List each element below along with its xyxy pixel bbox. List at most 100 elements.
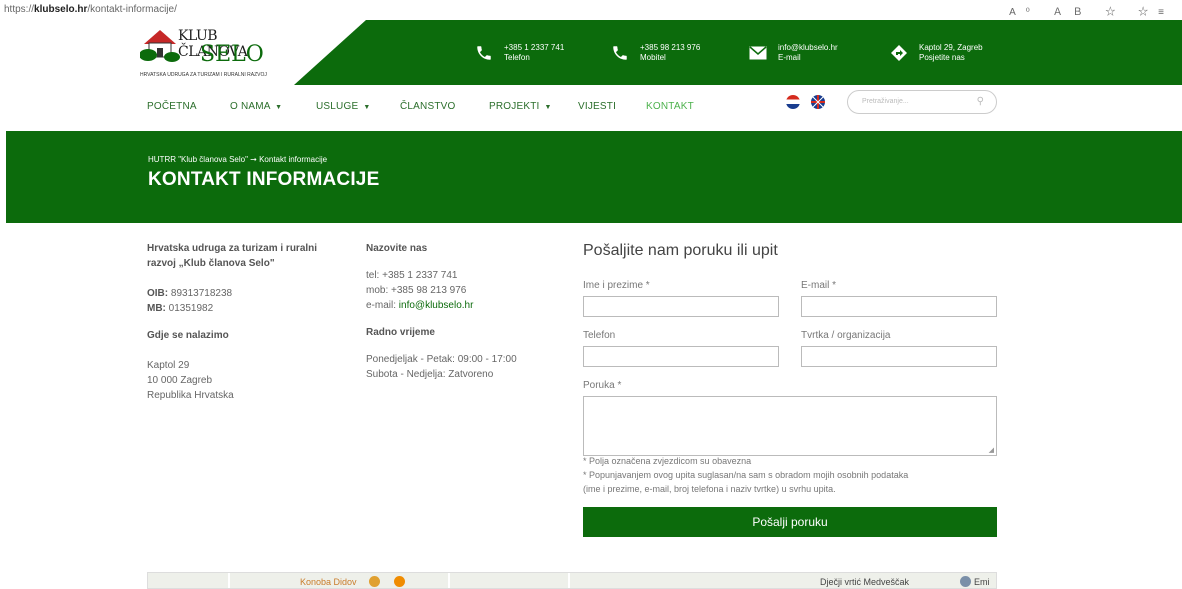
contact-mobile[interactable]: +385 98 213 976 Mobitel — [608, 20, 700, 85]
email-link[interactable]: info@klubselo.hr — [399, 300, 474, 311]
contact-address-label: Posjetite nas — [919, 52, 965, 62]
nav-label: ČLANSTVO — [400, 101, 456, 112]
address-line-1: Kaptol 29 — [147, 360, 190, 371]
map-label-restaurant: Konoba Didov — [300, 577, 357, 587]
company-field[interactable] — [801, 346, 997, 367]
map-pin-icon[interactable] — [960, 576, 971, 587]
nav-label: POČETNA — [147, 101, 197, 112]
consent-note-line-1: * Popunjavanjem ovog upita suglasan/na s… — [583, 470, 909, 480]
email-field-label: E-mail * — [801, 280, 837, 291]
url-prefix: https:// — [4, 4, 35, 15]
mobile-phone-icon — [608, 41, 632, 65]
nav-item-o-nama[interactable]: O NAMA ▼ — [230, 101, 282, 112]
mb-value: 01351982 — [168, 303, 214, 314]
resize-handle-icon[interactable]: ◢ — [989, 446, 994, 454]
map-label-emi: Emi — [974, 577, 990, 587]
map-road — [448, 573, 450, 588]
nav-item-clanstvo[interactable]: ČLANSTVO — [400, 101, 456, 112]
nav-label: USLUGE — [316, 101, 359, 112]
nav-label: O NAMA — [230, 101, 271, 112]
nav-label: PROJEKTI — [489, 101, 540, 112]
form-title: Pošaljite nam poruku ili upit — [583, 242, 778, 259]
caret-down-icon: ▼ — [544, 104, 552, 111]
name-field[interactable] — [583, 296, 779, 317]
house-logo-icon — [140, 30, 180, 62]
mob-line: mob: +385 98 213 976 — [366, 285, 467, 296]
contact-email-address: info@klubselo.hr — [778, 42, 838, 52]
call-heading: Nazovite nas — [366, 243, 428, 254]
nav-item-usluge[interactable]: USLUGE ▼ — [316, 101, 370, 112]
contact-mobile-label: Mobitel — [640, 52, 666, 62]
phone-label: Telefon — [583, 330, 616, 341]
envelope-icon — [746, 41, 770, 65]
address-line-3: Republika Hrvatska — [147, 390, 234, 401]
page-hero: HUTRR "Klub članova Selo" ➞ Kontakt info… — [6, 131, 1182, 223]
message-textarea[interactable]: ◢ — [583, 396, 997, 456]
hours-heading: Radno vrijeme — [366, 327, 435, 338]
croatian-flag-icon[interactable] — [786, 95, 800, 109]
restaurant-pin-icon[interactable] — [369, 576, 380, 587]
url-path: /kontakt-informacije/ — [87, 4, 177, 15]
url-text[interactable]: https://klubselo.hr/kontakt-informacije/ — [4, 4, 177, 15]
oib-row: OIB: 89313718238 — [147, 286, 347, 301]
map-road — [568, 573, 570, 588]
cafe-pin-icon[interactable] — [394, 576, 405, 587]
caret-down-icon: ▼ — [275, 104, 283, 111]
caret-down-icon: ▼ — [363, 104, 371, 111]
nav-label: VIJESTI — [578, 101, 617, 112]
contact-address[interactable]: Kaptol 29, Zagreb Posjetite nas — [887, 20, 983, 85]
contact-mobile-number: +385 98 213 976 — [640, 42, 701, 52]
logo-line-2: SELO — [200, 42, 264, 67]
search-placeholder: Pretraživanje... — [862, 98, 909, 105]
contact-email-label: E-mail — [778, 52, 801, 62]
hours-weekend: Subota - Nedjelja: Zatvoreno — [366, 369, 494, 380]
page-title: KONTAKT INFORMACIJE — [148, 169, 380, 190]
oib-value: 89313718238 — [170, 288, 233, 299]
nav-item-pocetna[interactable]: POČETNA — [147, 101, 197, 112]
map-road — [228, 573, 230, 588]
phone-icon — [472, 41, 496, 65]
embedded-map[interactable]: Konoba Didov Dječji vrtić Medveščak Emi — [147, 572, 997, 589]
email-line: e-mail: info@klubselo.hr — [366, 298, 566, 313]
site-logo[interactable]: KLUB ČLANOVA SELO HRVATSKA UDRUGA ZA TUR… — [140, 26, 280, 82]
mb-row: MB: 01351982 — [147, 301, 347, 316]
nav-item-projekti[interactable]: PROJEKTI ▼ — [489, 101, 552, 112]
company-label: Tvrtka / organizacija — [801, 330, 891, 341]
contact-phone-number: +385 1 2337 741 — [504, 42, 565, 52]
logo-tagline: HRVATSKA UDRUGA ZA TURIZAM I RURALNI RAZ… — [140, 72, 267, 78]
mb-label: MB: — [147, 303, 166, 314]
contact-address-text: Kaptol 29, Zagreb — [919, 42, 983, 52]
required-note: * Polja označena zvjezdicom su obavezna — [583, 456, 752, 466]
organization-name: Hrvatska udruga za turizam i ruralni raz… — [147, 243, 318, 269]
contact-phone-label: Telefon — [504, 52, 530, 62]
nav-label: KONTAKT — [646, 101, 694, 112]
oib-label: OIB: — [147, 288, 169, 299]
hours-weekdays: Ponedjeljak - Petak: 09:00 - 17:00 — [366, 354, 517, 365]
main-navigation: POČETNA O NAMA ▼ USLUGE ▼ ČLANSTVO PROJE… — [0, 85, 1182, 131]
browser-url-bar[interactable]: https://klubselo.hr/kontakt-informacije/… — [0, 0, 1182, 20]
browser-toolbar-icons[interactable]: A⁰ ＡＢ ☆ ☆≡ — [1009, 3, 1174, 18]
name-label: Ime i prezime * — [583, 280, 650, 291]
contact-phone[interactable]: +385 1 2337 741 Telefon — [472, 20, 564, 85]
email-field[interactable] — [801, 296, 997, 317]
consent-note-line-2: (ime i prezime, e-mail, broj telefona i … — [583, 484, 836, 494]
contact-email[interactable]: info@klubselo.hr E-mail — [746, 20, 838, 85]
address-line-2: 10 000 Zagreb — [147, 375, 213, 386]
phone-field[interactable] — [583, 346, 779, 367]
search-input[interactable]: Pretraživanje... ⚲ — [847, 90, 997, 114]
nav-item-kontakt[interactable]: KONTAKT — [646, 101, 694, 112]
nav-item-vijesti[interactable]: VIJESTI — [578, 101, 616, 112]
url-domain: klubselo.hr — [34, 4, 88, 15]
email-label: e-mail: — [366, 300, 397, 311]
search-icon[interactable]: ⚲ — [977, 96, 984, 107]
map-label-kindergarten: Dječji vrtić Medveščak — [820, 577, 910, 587]
submit-button[interactable]: Pošalji poruku — [583, 507, 997, 537]
directions-icon — [887, 41, 911, 65]
message-label: Poruka * — [583, 380, 622, 391]
location-heading: Gdje se nalazimo — [147, 330, 229, 341]
english-flag-icon[interactable] — [810, 94, 826, 110]
organization-info: Hrvatska udruga za turizam i ruralni raz… — [147, 241, 347, 403]
tel-line: tel: +385 1 2337 741 — [366, 270, 458, 281]
breadcrumb[interactable]: HUTRR "Klub članova Selo" ➞ Kontakt info… — [148, 155, 327, 164]
call-info: Nazovite nas tel: +385 1 2337 741 mob: +… — [366, 241, 566, 382]
